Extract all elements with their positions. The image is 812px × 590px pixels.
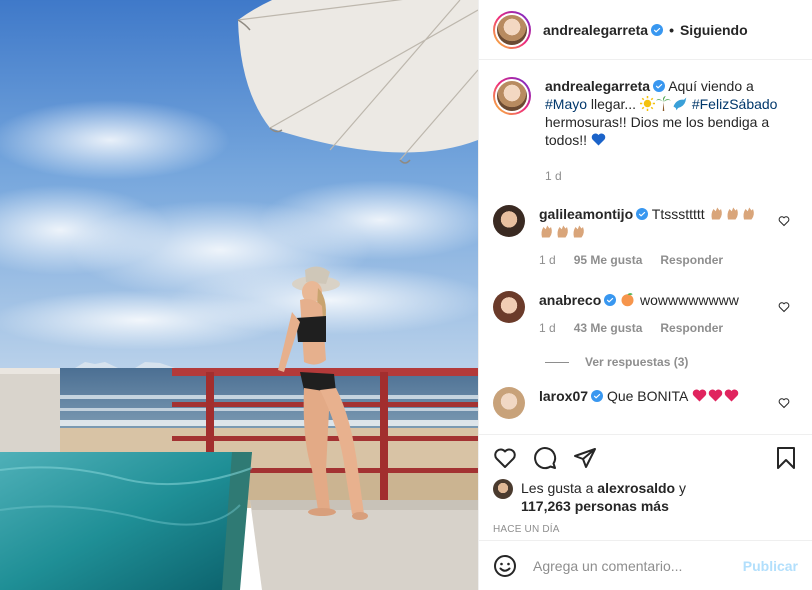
- small-heart-icon[interactable]: [778, 397, 790, 409]
- red-heart-emoji-icon: [692, 389, 706, 402]
- liker-username[interactable]: alexrosaldo: [597, 480, 675, 496]
- comment-username[interactable]: galileamontijo: [539, 206, 633, 222]
- view-replies-label: Ver respuestas (3): [585, 355, 689, 369]
- comment-likes[interactable]: 43 Me gusta: [574, 319, 643, 337]
- verified-icon: [604, 294, 617, 306]
- share-icon[interactable]: [573, 446, 597, 470]
- publish-button[interactable]: Publicar: [743, 558, 798, 574]
- action-icons: [493, 439, 798, 477]
- comment-time[interactable]: 1 d: [539, 319, 556, 337]
- small-heart-icon[interactable]: [778, 301, 790, 313]
- caption-text-2: llegar...: [590, 96, 637, 112]
- commenter-avatar[interactable]: [493, 205, 525, 237]
- small-heart-icon[interactable]: [778, 215, 790, 227]
- comments-list[interactable]: andrealegarreta Aquí viendo a #Mayo lleg…: [479, 61, 812, 433]
- likes-summary: Les gusta a alexrosaldo y 117,263 person…: [493, 479, 798, 515]
- caption-text-1: Aquí viendo a: [668, 78, 754, 94]
- clap-emoji-icon: [743, 207, 754, 220]
- comment-likes[interactable]: 95 Me gusta: [574, 251, 643, 269]
- caption-avatar[interactable]: [493, 77, 531, 115]
- bookmark-icon[interactable]: [774, 446, 798, 470]
- caption-username[interactable]: andrealegarreta: [545, 78, 650, 94]
- verified-icon: [651, 23, 664, 36]
- comment-text: Que BONITA: [606, 388, 688, 404]
- view-replies-button[interactable]: Ver respuestas (3): [545, 355, 796, 369]
- replies-divider: [545, 361, 569, 363]
- author-username[interactable]: andrealegarreta: [543, 22, 648, 38]
- post-actions: Les gusta a alexrosaldo y 117,263 person…: [479, 434, 812, 535]
- clap-emoji-icon: [727, 207, 738, 220]
- post-timestamp[interactable]: HACE UN DÍA: [493, 524, 798, 535]
- palm-tree-emoji-icon: [655, 96, 671, 111]
- verified-icon: [591, 390, 604, 402]
- hashtag-felizsabado[interactable]: #FelizSábado: [692, 96, 778, 112]
- following-button[interactable]: Siguiendo: [680, 22, 748, 38]
- caption-time[interactable]: 1 d: [545, 167, 562, 185]
- comment-item: larox07 Que BONITA: [493, 387, 796, 419]
- likes-suffix: y: [679, 480, 686, 496]
- author-avatar[interactable]: [493, 10, 531, 49]
- comment-username[interactable]: larox07: [539, 388, 588, 404]
- post-side-panel: andrealegarreta • Siguiendo andrealegarr…: [478, 0, 812, 590]
- likes-count[interactable]: 117,263 personas más: [521, 498, 669, 514]
- comment-icon[interactable]: [533, 446, 557, 470]
- sun-emoji-icon: [639, 96, 655, 111]
- clap-emoji-icon: [557, 225, 568, 238]
- clap-emoji-icon: [711, 207, 722, 220]
- header-separator: •: [669, 21, 674, 38]
- comment-item: anabreco wowwwwwwww 1 d 43 Me gusta Resp…: [493, 291, 796, 337]
- hashtag-mayo[interactable]: #Mayo: [545, 96, 587, 112]
- comment-item: galileamontijo Ttsssttttt 1 d 95 Me gust…: [493, 205, 796, 269]
- post-header: andrealegarreta • Siguiendo: [479, 0, 812, 60]
- comment-time[interactable]: 1 d: [539, 251, 556, 269]
- smile-icon[interactable]: [493, 554, 517, 578]
- liker-avatar[interactable]: [493, 479, 513, 499]
- post-modal: andrealegarreta • Siguiendo andrealegarr…: [0, 0, 812, 590]
- commenter-avatar[interactable]: [493, 387, 525, 419]
- comment-input[interactable]: [533, 557, 743, 574]
- clap-emoji-icon: [573, 225, 584, 238]
- reply-button[interactable]: Responder: [660, 319, 723, 337]
- heart-icon[interactable]: [493, 446, 517, 470]
- post-photo[interactable]: [0, 0, 478, 590]
- red-heart-emoji-icon: [724, 389, 738, 402]
- blue-heart-emoji-icon: [591, 133, 606, 146]
- caption: andrealegarreta Aquí viendo a #Mayo lleg…: [493, 77, 796, 185]
- comment-text: Ttsssttttt: [651, 206, 705, 222]
- likes-prefix: Les gusta a: [521, 480, 594, 496]
- red-heart-emoji-icon: [708, 389, 722, 402]
- reply-button[interactable]: Responder: [660, 251, 723, 269]
- verified-icon: [653, 80, 666, 92]
- comment-text: wowwwwwwww: [640, 292, 739, 308]
- dolphin-emoji-icon: [673, 97, 687, 111]
- clap-emoji-icon: [541, 225, 552, 238]
- commenter-avatar[interactable]: [493, 291, 525, 323]
- add-comment-bar: Publicar: [479, 540, 812, 590]
- comment-username[interactable]: anabreco: [539, 292, 601, 308]
- verified-icon: [636, 208, 649, 220]
- caption-text-3: hermosuras!! Dios me los bendiga a todos…: [545, 114, 770, 148]
- peach-emoji-icon: [621, 293, 634, 307]
